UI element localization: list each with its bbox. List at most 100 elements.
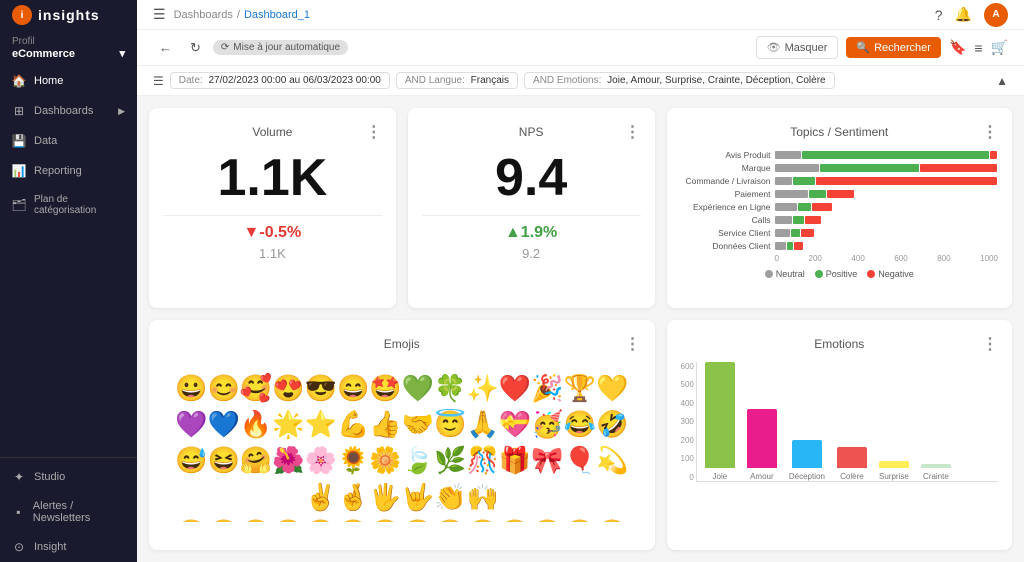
volume-previous: 1.1K bbox=[163, 246, 382, 261]
emotions-filter-label: AND Emotions: bbox=[533, 75, 601, 86]
negative-dot bbox=[867, 270, 875, 278]
positive-label: Positive bbox=[826, 269, 858, 279]
topic-row: Service Client bbox=[681, 228, 998, 238]
toolbar: ← ↻ ⟳ Mise à jour automatique 👁 Masquer … bbox=[137, 30, 1024, 66]
y-axis-label: 0 bbox=[689, 473, 693, 482]
emotion-bar-group: Amour bbox=[747, 409, 777, 481]
logo-icon: i bbox=[12, 5, 32, 25]
chevron-down-icon: ▾ bbox=[119, 47, 125, 60]
negative-legend: Negative bbox=[867, 269, 914, 279]
nps-previous: 9.2 bbox=[422, 246, 641, 261]
topic-row: Commande / Livraison bbox=[681, 176, 998, 186]
topics-card-title: Topics / Sentiment bbox=[697, 125, 982, 139]
topbar-right: ? 🔔 A bbox=[935, 3, 1008, 27]
neutral-legend: Neutral bbox=[765, 269, 805, 279]
topic-bars bbox=[775, 164, 998, 172]
collapse-button[interactable]: ▲ bbox=[996, 74, 1008, 88]
reporting-icon: 📊 bbox=[12, 164, 26, 178]
emojis-menu-button[interactable]: ⋮ bbox=[625, 334, 641, 354]
data-icon: 💾 bbox=[12, 134, 26, 148]
menu-button[interactable]: ☰ bbox=[153, 6, 166, 23]
emotion-bar bbox=[921, 464, 951, 468]
y-axis-label: 500 bbox=[681, 380, 694, 389]
masquer-button[interactable]: 👁 Masquer bbox=[756, 36, 839, 59]
sidebar-item-studio[interactable]: ✦ Studio bbox=[0, 462, 137, 492]
topics-chart: Avis ProduitMarqueCommande / LivraisonPa… bbox=[681, 150, 998, 251]
sidebar-item-insight[interactable]: ⊙ Insight bbox=[0, 532, 137, 562]
emotions-card-title: Emotions bbox=[697, 337, 982, 351]
emotion-bar-group: Crainte bbox=[921, 464, 951, 481]
topic-bars bbox=[775, 177, 998, 185]
nps-change: ▲1.9% bbox=[422, 224, 641, 242]
date-filter-chip[interactable]: Date: 27/02/2023 00:00 au 06/03/2023 00:… bbox=[170, 72, 390, 89]
topic-label: Commande / Livraison bbox=[681, 176, 771, 186]
positive-bar bbox=[787, 242, 794, 250]
profile-name[interactable]: eCommerce ▾ bbox=[12, 47, 125, 60]
positive-bar bbox=[793, 216, 804, 224]
sidebar-item-data[interactable]: 💾 Data bbox=[0, 126, 137, 156]
topic-row: Paiement bbox=[681, 189, 998, 199]
avatar[interactable]: A bbox=[984, 3, 1008, 27]
negative-bar bbox=[990, 151, 997, 159]
refresh-icon: ↻ bbox=[190, 40, 201, 56]
neutral-bar bbox=[775, 229, 790, 237]
auto-update-badge: ⟳ Mise à jour automatique bbox=[213, 40, 348, 55]
topic-label: Calls bbox=[681, 215, 771, 225]
notifications-icon[interactable]: 🔔 bbox=[955, 6, 972, 23]
nps-menu-button[interactable]: ⋮ bbox=[625, 122, 641, 142]
y-axis-label: 400 bbox=[681, 399, 694, 408]
neutral-bar bbox=[775, 164, 819, 172]
emotions-menu-button[interactable]: ⋮ bbox=[982, 334, 998, 354]
home-icon: 🏠 bbox=[12, 74, 26, 88]
breadcrumb-parent[interactable]: Dashboards bbox=[174, 9, 233, 21]
sidebar-item-reporting[interactable]: 📊 Reporting bbox=[0, 156, 137, 186]
nps-card-header: NPS ⋮ bbox=[422, 122, 641, 142]
neutral-bar bbox=[775, 242, 786, 250]
help-icon[interactable]: ? bbox=[935, 7, 943, 23]
back-button[interactable]: ← bbox=[153, 37, 178, 58]
topics-legend: Neutral Positive Negative bbox=[681, 269, 998, 279]
negative-bar bbox=[812, 203, 832, 211]
topic-label: Marque bbox=[681, 163, 771, 173]
sidebar-item-home[interactable]: 🏠 Home bbox=[0, 66, 137, 96]
sidebar-item-categorisation[interactable]: 🗂 Plan de catégorisation bbox=[0, 186, 137, 224]
volume-menu-button[interactable]: ⋮ bbox=[366, 122, 382, 142]
emotion-label: Déception bbox=[789, 472, 825, 481]
sidebar-bottom: ✦ Studio ▪ Alertes / Newsletters ⊙ Insig… bbox=[0, 457, 137, 562]
y-axis-label: 300 bbox=[681, 417, 694, 426]
list-icon[interactable]: ≡ bbox=[974, 40, 982, 56]
positive-bar bbox=[809, 190, 827, 198]
studio-icon: ✦ bbox=[12, 470, 26, 484]
sidebar: i insights Profil eCommerce ▾ 🏠 Home ⊞ D… bbox=[0, 0, 137, 562]
topics-menu-button[interactable]: ⋮ bbox=[982, 122, 998, 142]
sidebar-item-alertes[interactable]: ▪ Alertes / Newsletters bbox=[0, 492, 137, 532]
negative-bar bbox=[794, 242, 803, 250]
refresh-button[interactable]: ↻ bbox=[184, 37, 207, 59]
topic-bars bbox=[775, 151, 998, 159]
topbar: ☰ Dashboards / Dashboard_1 ? 🔔 A bbox=[137, 0, 1024, 30]
topic-row: Données Client bbox=[681, 241, 998, 251]
sidebar-item-dashboards[interactable]: ⊞ Dashboards ▶ bbox=[0, 96, 137, 126]
sidebar-logo[interactable]: i insights bbox=[0, 0, 137, 30]
bookmark-icon[interactable]: 🔖 bbox=[949, 39, 966, 56]
breadcrumb-current: Dashboard_1 bbox=[244, 9, 310, 21]
langue-filter-chip[interactable]: AND Langue: Français bbox=[396, 72, 518, 89]
chevron-right-icon: ▶ bbox=[118, 106, 125, 117]
topic-bars bbox=[775, 229, 998, 237]
filter-icon[interactable]: ☰ bbox=[153, 74, 164, 88]
emotion-bar-group: Colère bbox=[837, 447, 867, 481]
cart-icon[interactable]: 🛒 bbox=[991, 39, 1008, 56]
emotions-filter-chip[interactable]: AND Emotions: Joie, Amour, Surprise, Cra… bbox=[524, 72, 835, 89]
topics-card: Topics / Sentiment ⋮ Avis ProduitMarqueC… bbox=[667, 108, 1012, 308]
positive-bar bbox=[820, 164, 919, 172]
emotion-label: Colère bbox=[840, 472, 864, 481]
rechercher-label: Rechercher bbox=[874, 42, 931, 54]
profile-label: Profil bbox=[12, 36, 125, 47]
positive-bar bbox=[798, 203, 811, 211]
negative-bar bbox=[816, 177, 996, 185]
rechercher-button[interactable]: 🔍 Rechercher bbox=[846, 37, 941, 58]
nav-studio-label: Studio bbox=[34, 471, 65, 483]
emotion-bar-group: Déception bbox=[789, 440, 825, 481]
emotion-bar bbox=[837, 447, 867, 468]
y-axis-label: 200 bbox=[681, 436, 694, 445]
